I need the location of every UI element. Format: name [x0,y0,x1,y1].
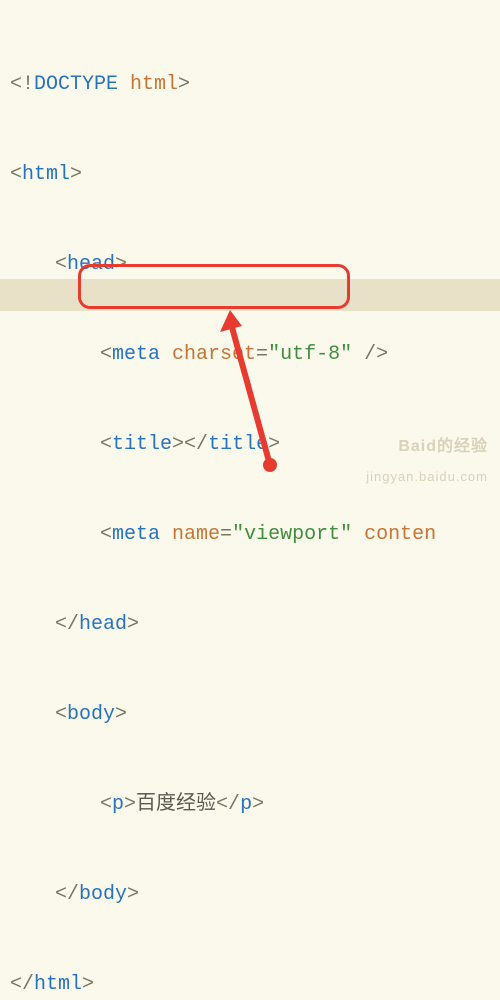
code-line: <meta name="viewport" conten [0,520,500,550]
code-editor: <!DOCTYPE html> <html> <head> <meta char… [0,0,500,1000]
bracket: > [124,793,136,816]
tag-head: head [67,253,115,276]
code-line-highlighted: <p>百度经验</p> [0,790,500,820]
bracket: </ [216,793,240,816]
bracket: < [100,793,112,816]
tag-title: title [112,433,172,456]
code-line: </html> [0,970,500,1000]
bracket: /> [352,343,388,366]
tag-doctype: DOCTYPE [34,73,118,96]
bracket: </ [55,613,79,636]
bracket: > [82,973,94,996]
string-utf8: "utf-8" [268,343,352,366]
bracket: </ [55,883,79,906]
bracket: < [10,163,22,186]
code-line: <!DOCTYPE html> [0,70,500,100]
code-line: <head> [0,250,500,280]
tag-meta: meta [112,343,160,366]
watermark-title: Baid的经验 [366,432,488,462]
bracket: > [115,703,127,726]
tag-p: p [112,793,124,816]
bracket: > [178,73,190,96]
tag-title: title [208,433,268,456]
code-line: <html> [0,160,500,190]
bracket: > [115,253,127,276]
tag-html: html [34,973,82,996]
bracket: > [127,883,139,906]
code-line: <meta charset="utf-8" /> [0,340,500,370]
tag-body: body [79,883,127,906]
code-line: <body> [0,700,500,730]
bracket: < [100,343,112,366]
bracket: > [268,433,280,456]
equals: = [220,523,232,546]
tag-p: p [240,793,252,816]
tag-meta: meta [112,523,160,546]
text-content: 百度经验 [136,793,216,816]
watermark: Baid的经验 jingyan.baidu.com [366,432,488,492]
bracket: </ [184,433,208,456]
string-viewport: "viewport" [232,523,352,546]
bracket: > [70,163,82,186]
tag-html: html [22,163,70,186]
tag-body: body [67,703,115,726]
bracket: > [127,613,139,636]
attr: html [118,73,178,96]
attr-charset: charset [160,343,256,366]
bracket: </ [10,973,34,996]
code-line: </body> [0,880,500,910]
equals: = [256,343,268,366]
bracket: > [172,433,184,456]
code-line: </head> [0,610,500,640]
bracket: < [100,433,112,456]
tag-head: head [79,613,127,636]
watermark-url: jingyan.baidu.com [366,462,488,492]
bracket: > [252,793,264,816]
bracket: < [100,523,112,546]
bracket: <! [10,73,34,96]
bracket: < [55,703,67,726]
attr-name: name [160,523,220,546]
attr-content: conten [352,523,436,546]
bracket: < [55,253,67,276]
